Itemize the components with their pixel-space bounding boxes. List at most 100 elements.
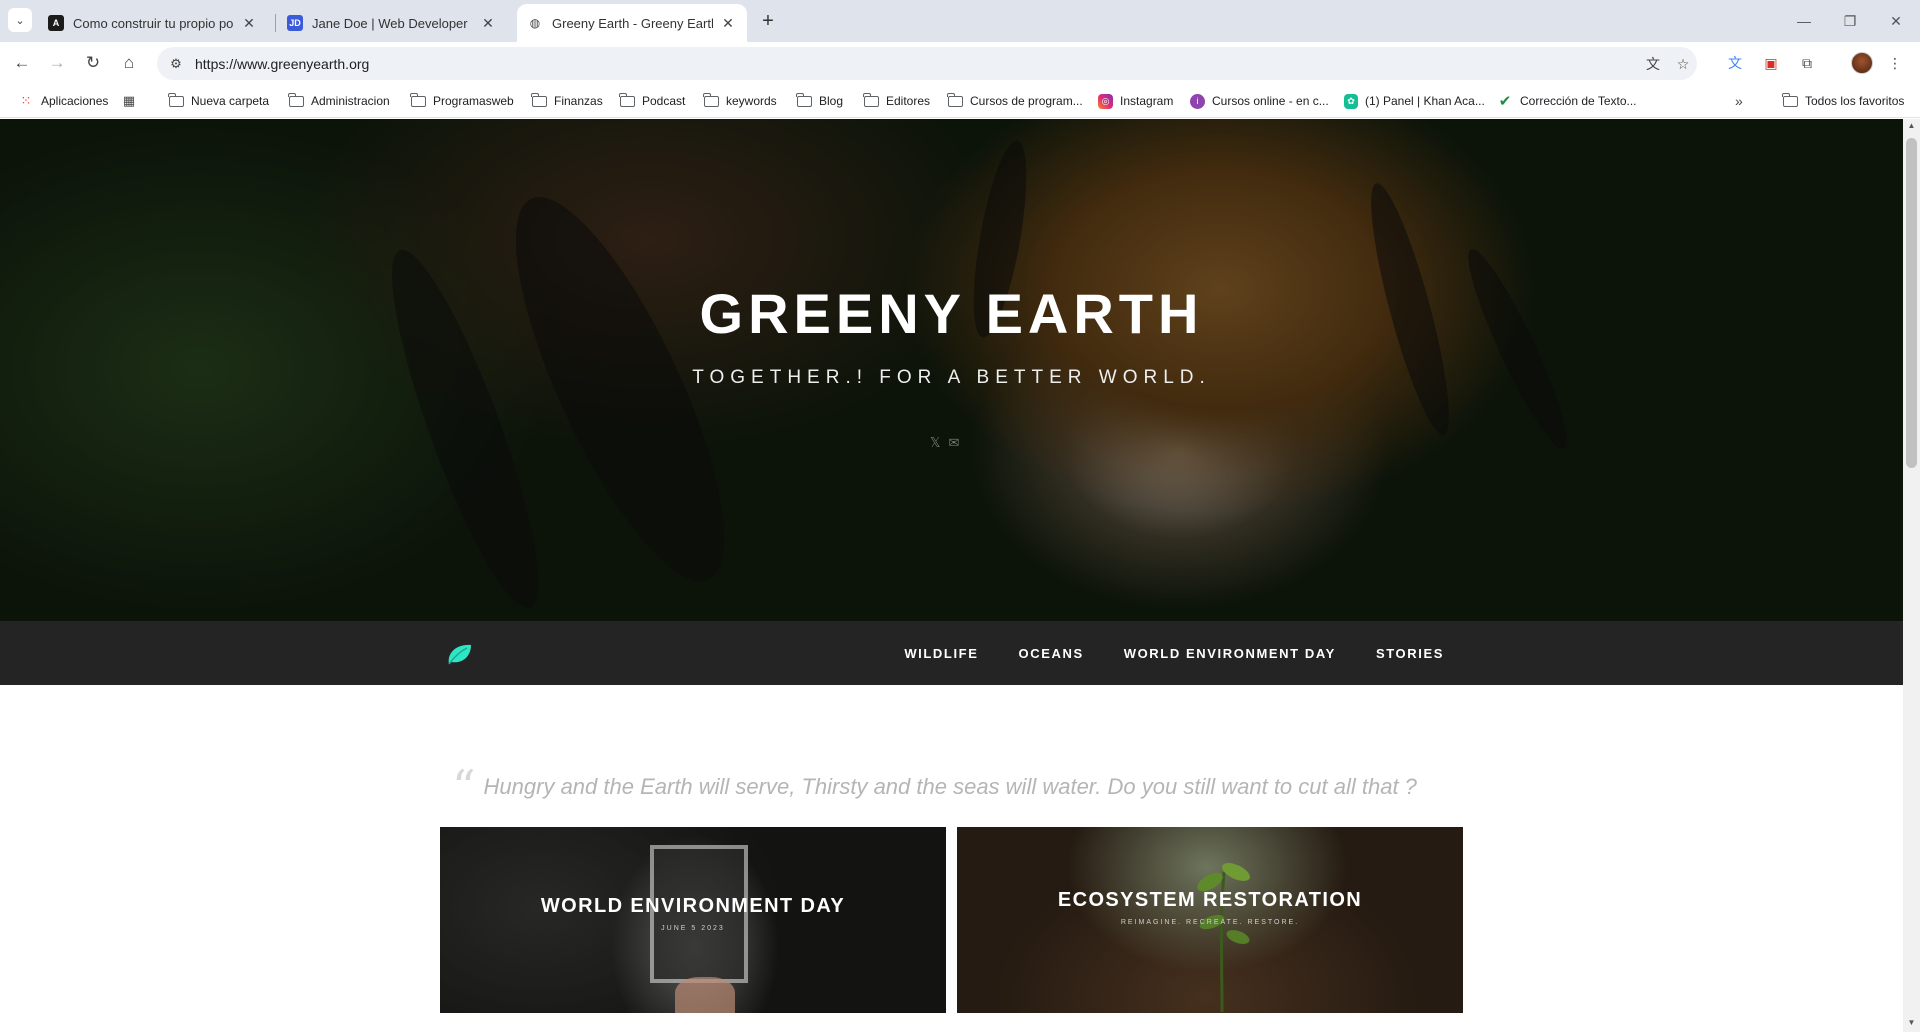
hero-banner: GREENY EARTH TOGETHER.! FOR A BETTER WOR… bbox=[0, 119, 1903, 621]
nav-link-oceans[interactable]: OCEANS bbox=[1019, 646, 1084, 661]
tab-greeny-earth[interactable]: ◍ Greeny Earth - Greeny Earth - T ✕ bbox=[517, 4, 747, 42]
bookmark-folder[interactable]: Nueva carpeta bbox=[168, 92, 269, 110]
card-ecosystem-restoration[interactable]: ECOSYSTEM RESTORATION REIMAGINE. RECREAT… bbox=[957, 827, 1463, 1013]
reload-button[interactable]: ↻ bbox=[81, 51, 105, 75]
folder-icon bbox=[703, 92, 719, 108]
bookmark-folder[interactable]: Programasweb bbox=[410, 92, 514, 110]
restore-button[interactable]: ❐ bbox=[1827, 8, 1873, 34]
bookmark-folder[interactable]: Blog bbox=[796, 92, 843, 110]
nav-link-world-environment-day[interactable]: WORLD ENVIRONMENT DAY bbox=[1124, 646, 1336, 661]
browser-toolbar: ← → ↻ ⌂ ⚙ https://www.greenyearth.org 文 … bbox=[0, 42, 1920, 84]
hero-title: GREENY EARTH bbox=[699, 282, 1204, 345]
bookmark-label: keywords bbox=[726, 94, 777, 108]
scroll-down-icon[interactable]: ▼ bbox=[1906, 1018, 1917, 1030]
all-bookmarks-folder[interactable]: Todos los favoritos bbox=[1782, 92, 1904, 110]
address-bar[interactable]: ⚙ https://www.greenyearth.org 文 ☆ bbox=[157, 47, 1697, 80]
url-text: https://www.greenyearth.org bbox=[195, 55, 370, 72]
nav-link-stories[interactable]: STORIES bbox=[1376, 646, 1444, 661]
nav-links: WILDLIFE OCEANS WORLD ENVIRONMENT DAY ST… bbox=[904, 621, 1444, 685]
tab-title: Greeny Earth - Greeny Earth - T bbox=[552, 15, 713, 31]
bookmark-label: Administracion bbox=[311, 94, 390, 108]
folder-icon bbox=[410, 92, 426, 108]
scroll-up-icon[interactable]: ▲ bbox=[1906, 121, 1917, 133]
tab-favicon: JD bbox=[287, 15, 303, 31]
scrollbar-thumb[interactable] bbox=[1906, 138, 1917, 468]
bookmark-folder[interactable]: Finanzas bbox=[531, 92, 603, 110]
check-icon: ✔ bbox=[1498, 93, 1512, 110]
tab-search-button[interactable]: ⌄ bbox=[8, 8, 32, 32]
tab-title: Como construir tu propio porta bbox=[73, 15, 234, 31]
menu-icon[interactable]: ⋮ bbox=[1883, 51, 1907, 75]
bookmark-label: Blog bbox=[819, 94, 844, 108]
folder-icon bbox=[863, 92, 879, 108]
bookmark-label: Aplicaciones bbox=[41, 94, 109, 108]
bookmark-label: Nueva carpeta bbox=[191, 94, 270, 108]
khan-icon: ✿ bbox=[1344, 93, 1358, 109]
folder-icon bbox=[796, 92, 812, 108]
bookmark-instagram[interactable]: ◎ Instagram bbox=[1098, 92, 1173, 110]
leaf-logo-icon[interactable] bbox=[445, 642, 473, 666]
minimize-button[interactable]: — bbox=[1781, 8, 1827, 34]
profile-avatar[interactable] bbox=[1851, 52, 1873, 74]
bookmark-label: Podcast bbox=[642, 94, 686, 108]
hero-content: GREENY EARTH TOGETHER.! FOR A BETTER WOR… bbox=[0, 119, 1903, 621]
apps-grid-icon: ⁙ bbox=[20, 93, 32, 108]
tab-portfolio[interactable]: A Como construir tu propio porta ✕ bbox=[38, 4, 268, 42]
back-button[interactable]: ← bbox=[10, 51, 34, 75]
folder-icon bbox=[1782, 92, 1798, 108]
bookmark-label: (1) Panel | Khan Aca... bbox=[1365, 94, 1485, 108]
bookmark-app-grid[interactable]: ▦ bbox=[121, 92, 144, 110]
pdf-extension-icon[interactable]: ▣ bbox=[1759, 51, 1783, 75]
bookmark-label: Cursos online - en c... bbox=[1212, 94, 1329, 108]
folder-icon bbox=[619, 92, 635, 108]
tab-jane-doe[interactable]: JD Jane Doe | Web Developer ✕ bbox=[277, 4, 507, 42]
bookmark-star-icon[interactable]: ☆ bbox=[1672, 53, 1694, 75]
bookmark-correction[interactable]: ✔ Corrección de Texto... bbox=[1497, 92, 1637, 110]
close-icon[interactable]: ✕ bbox=[479, 14, 497, 32]
email-icon[interactable]: ✉ bbox=[948, 435, 959, 451]
folder-icon bbox=[288, 92, 304, 108]
bookmark-label: Todos los favoritos bbox=[1805, 94, 1905, 108]
bookmark-khan[interactable]: ✿ (1) Panel | Khan Aca... bbox=[1344, 92, 1485, 110]
bookmark-label: Cursos de program... bbox=[970, 94, 1083, 108]
translate-icon[interactable]: 文 bbox=[1642, 53, 1664, 75]
site-info-icon[interactable]: ⚙ bbox=[161, 56, 191, 72]
bookmark-label: Programasweb bbox=[433, 94, 514, 108]
home-button[interactable]: ⌂ bbox=[117, 51, 141, 75]
bookmark-label: Instagram bbox=[1120, 94, 1174, 108]
bookmark-label: Editores bbox=[886, 94, 931, 108]
bookmark-courses[interactable]: i Cursos online - en c... bbox=[1190, 92, 1329, 110]
card-date: JUNE 5 2023 bbox=[661, 925, 725, 932]
folder-icon bbox=[168, 92, 184, 108]
bookmark-folder[interactable]: keywords bbox=[703, 92, 777, 110]
globe-icon: ◍ bbox=[527, 15, 543, 31]
instagram-icon: ◎ bbox=[1098, 93, 1113, 109]
folder-icon bbox=[947, 92, 963, 108]
forward-button[interactable]: → bbox=[45, 51, 69, 75]
site-navigation: WILDLIFE OCEANS WORLD ENVIRONMENT DAY ST… bbox=[0, 621, 1903, 685]
more-bookmarks-icon[interactable]: » bbox=[1735, 92, 1743, 110]
new-tab-button[interactable]: + bbox=[756, 9, 780, 33]
page-viewport: GREENY EARTH TOGETHER.! FOR A BETTER WOR… bbox=[0, 119, 1903, 1032]
x-twitter-icon[interactable]: 𝕏 bbox=[930, 435, 940, 451]
app-grid-icon: ▦ bbox=[122, 93, 136, 108]
quote-block: “ Hungry and the Earth will serve, Thirs… bbox=[452, 760, 1452, 814]
course-icon: i bbox=[1190, 93, 1205, 109]
close-icon[interactable]: ✕ bbox=[719, 14, 737, 32]
quote-mark-icon: “ bbox=[452, 760, 476, 814]
bookmark-folder[interactable]: Editores bbox=[863, 92, 930, 110]
translate-extension-icon[interactable]: 文 bbox=[1723, 51, 1747, 75]
card-title: ECOSYSTEM RESTORATION bbox=[1057, 889, 1363, 911]
nav-link-wildlife[interactable]: WILDLIFE bbox=[904, 646, 978, 661]
close-icon[interactable]: ✕ bbox=[240, 14, 258, 32]
bookmark-folder[interactable]: Podcast bbox=[619, 92, 685, 110]
close-window-button[interactable]: ✕ bbox=[1873, 8, 1919, 34]
card-world-environment-day[interactable]: WORLD ENVIRONMENT DAY JUNE 5 2023 bbox=[440, 827, 946, 1013]
tab-title: Jane Doe | Web Developer bbox=[312, 15, 468, 31]
quote-text: Hungry and the Earth will serve, Thirsty… bbox=[483, 774, 1417, 799]
bookmark-apps[interactable]: ⁙ Aplicaciones bbox=[18, 92, 109, 110]
bookmark-folder[interactable]: Administracion bbox=[288, 92, 390, 110]
bookmarks-bar: ⁙ Aplicaciones ▦ Nueva carpeta Administr… bbox=[0, 84, 1920, 118]
bookmark-folder[interactable]: Cursos de program... bbox=[947, 92, 1083, 110]
extensions-icon[interactable]: ⧉ bbox=[1795, 51, 1819, 75]
